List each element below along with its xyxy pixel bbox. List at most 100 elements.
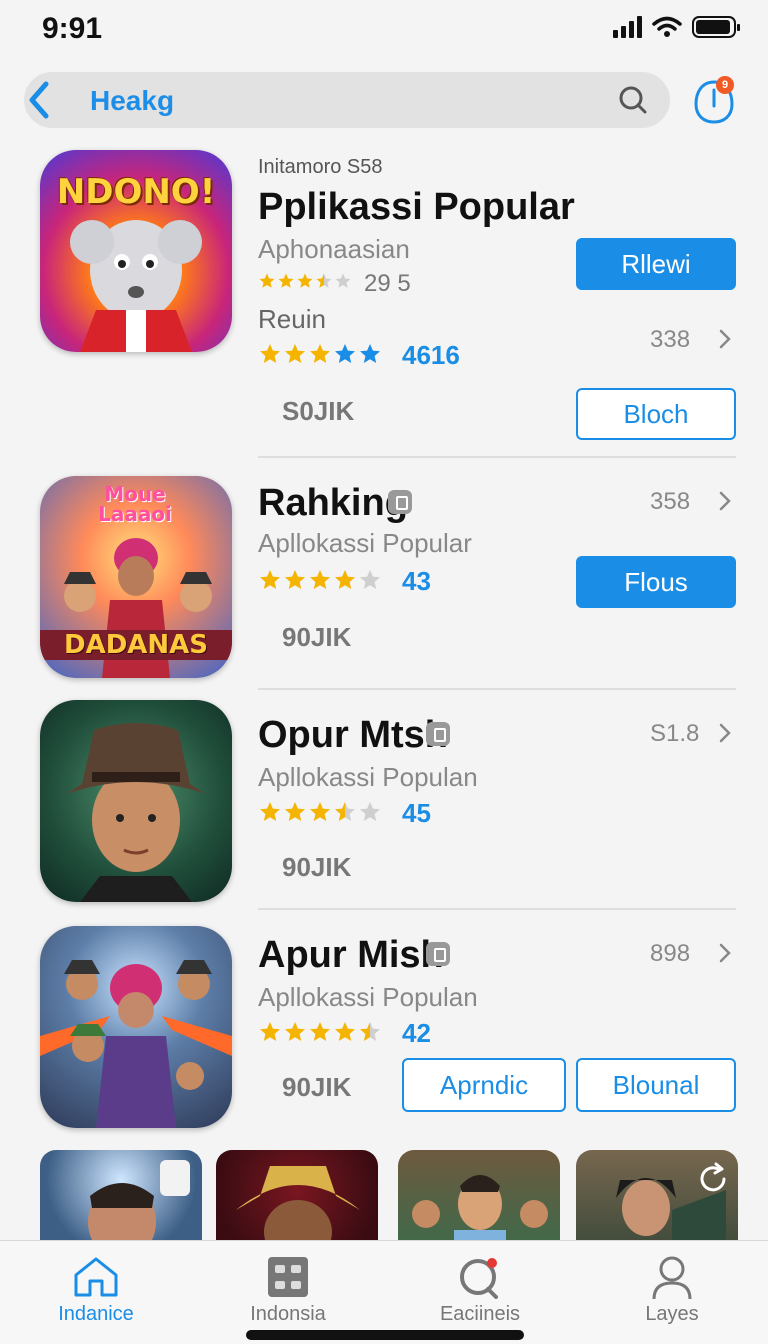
app-2-count: 358 [650, 488, 691, 515]
star-icon [360, 802, 380, 821]
tab-profile[interactable]: Layes [576, 1241, 768, 1344]
app-2-rating-value: 43 [402, 566, 431, 596]
app-3-rating-value: 45 [402, 798, 431, 828]
app-1-meta: Reuin [258, 304, 326, 334]
refresh-icon[interactable] [694, 1160, 732, 1198]
star-icon [316, 273, 332, 288]
star-icon [259, 273, 275, 288]
app-4-subtitle: Apllokassi Populan [258, 982, 478, 1012]
star-icon [335, 273, 351, 288]
star-icon [335, 1022, 355, 1041]
status-time: 9:91 [42, 12, 103, 45]
star-icon [360, 344, 380, 363]
app-icon-1[interactable]: NDONO! [40, 150, 232, 352]
app-2-primary-button[interactable]: Flous [576, 556, 736, 608]
app-1-count: 338 [650, 326, 691, 353]
app-icon-1-title: NDONO! [56, 172, 216, 212]
app-3-badge-icon [426, 722, 450, 746]
back-chevron-icon[interactable] [26, 78, 54, 122]
star-icon [285, 1022, 305, 1041]
chevron-right-icon[interactable] [718, 490, 732, 512]
app-4-tertiary-button[interactable]: Blounal [576, 1058, 736, 1112]
star-icon [310, 802, 330, 821]
star-icon [310, 344, 330, 363]
home-indicator [246, 1330, 524, 1340]
app-icon-3[interactable] [40, 700, 232, 902]
star-icon [278, 273, 294, 288]
app-icon-2-title: Moue Laaaoi [98, 482, 172, 526]
search-bar[interactable]: Heakg [24, 72, 670, 128]
divider [258, 456, 736, 458]
notification-badge: 9 [716, 76, 734, 94]
app-icon-2[interactable]: Moue Laaaoi DADANAS [40, 476, 232, 678]
signal-icon [613, 16, 642, 38]
chevron-right-icon[interactable] [718, 328, 732, 350]
app-1-rating-count: 29 5 [364, 270, 411, 297]
app-4-secondary-button[interactable]: Aprndic [402, 1058, 566, 1112]
app-4-size: 90JIK [282, 1072, 352, 1102]
tab-home[interactable]: Indanice [0, 1241, 192, 1344]
thumbnail-1[interactable] [40, 1150, 202, 1250]
app-3-stars [258, 800, 382, 824]
app-2-stars [258, 568, 382, 592]
search-icon[interactable] [618, 85, 648, 115]
tab-label: Layes [645, 1303, 699, 1325]
app-3-size: 90JIK [282, 852, 352, 882]
star-icon [297, 273, 313, 288]
star-icon [360, 570, 380, 589]
star-icon [285, 344, 305, 363]
app-3-count: S1.8 [650, 720, 700, 747]
app-4-title[interactable]: Apur Mish [258, 934, 444, 977]
search-input[interactable]: Heakg [90, 85, 174, 117]
star-icon [285, 570, 305, 589]
chevron-right-icon[interactable] [718, 722, 732, 744]
home-icon [74, 1257, 118, 1297]
app-1-primary-button[interactable]: Rllewi [576, 238, 736, 290]
divider [258, 908, 736, 910]
status-bar: 9:91 [0, 0, 768, 60]
star-icon [335, 344, 355, 363]
thumbnail-2[interactable] [216, 1150, 378, 1250]
chevron-right-icon[interactable] [718, 942, 732, 964]
app-1-stars-b [258, 342, 382, 366]
app-icon-2-subtitle: DADANAS [40, 630, 232, 660]
tab-search[interactable]: Eaciineis [384, 1241, 576, 1344]
star-icon [310, 1022, 330, 1041]
app-2-size: 90JIK [282, 622, 352, 652]
search-icon [460, 1258, 498, 1299]
app-1-rating-value: 4616 [402, 340, 460, 370]
person-icon [652, 1256, 692, 1299]
tab-label: Indonsia [250, 1303, 326, 1325]
grid-icon [268, 1257, 308, 1297]
app-1-title[interactable]: Pplikassi Popular [258, 186, 575, 229]
status-icons [613, 16, 740, 38]
tab-bar: Indanice Indonsia Eaciineis Layes [0, 1240, 768, 1344]
star-icon [335, 570, 355, 589]
thumbnail-4[interactable] [576, 1150, 738, 1250]
star-icon [310, 570, 330, 589]
star-icon [260, 802, 280, 821]
tab-categories[interactable]: Indonsia [192, 1241, 384, 1344]
app-1-secondary-button[interactable]: Bloch [576, 388, 736, 440]
app-2-subtitle: Apllokassi Popular [258, 528, 472, 558]
app-4-count: 898 [650, 940, 691, 967]
star-icon [360, 1022, 380, 1041]
star-icon [335, 802, 355, 821]
app-2-title[interactable]: Rahking [258, 482, 408, 525]
app-1-size: S0JIK [282, 396, 355, 426]
app-1-subtitle: Aphonaasian [258, 234, 410, 264]
battery-icon [692, 16, 740, 38]
app-4-badge-icon [426, 942, 450, 966]
app-3-title[interactable]: Opur Mtsh [258, 714, 448, 757]
app-4-stars [258, 1020, 382, 1044]
star-icon [260, 344, 280, 363]
tab-label: Indanice [58, 1303, 134, 1325]
thumbnail-3[interactable] [398, 1150, 560, 1250]
star-icon [285, 802, 305, 821]
star-icon [260, 570, 280, 589]
app-2-badge-icon [388, 490, 412, 514]
app-icon-4[interactable] [40, 926, 232, 1128]
wifi-icon [652, 16, 682, 37]
tab-label: Eaciineis [439, 1303, 521, 1325]
divider [258, 688, 736, 690]
